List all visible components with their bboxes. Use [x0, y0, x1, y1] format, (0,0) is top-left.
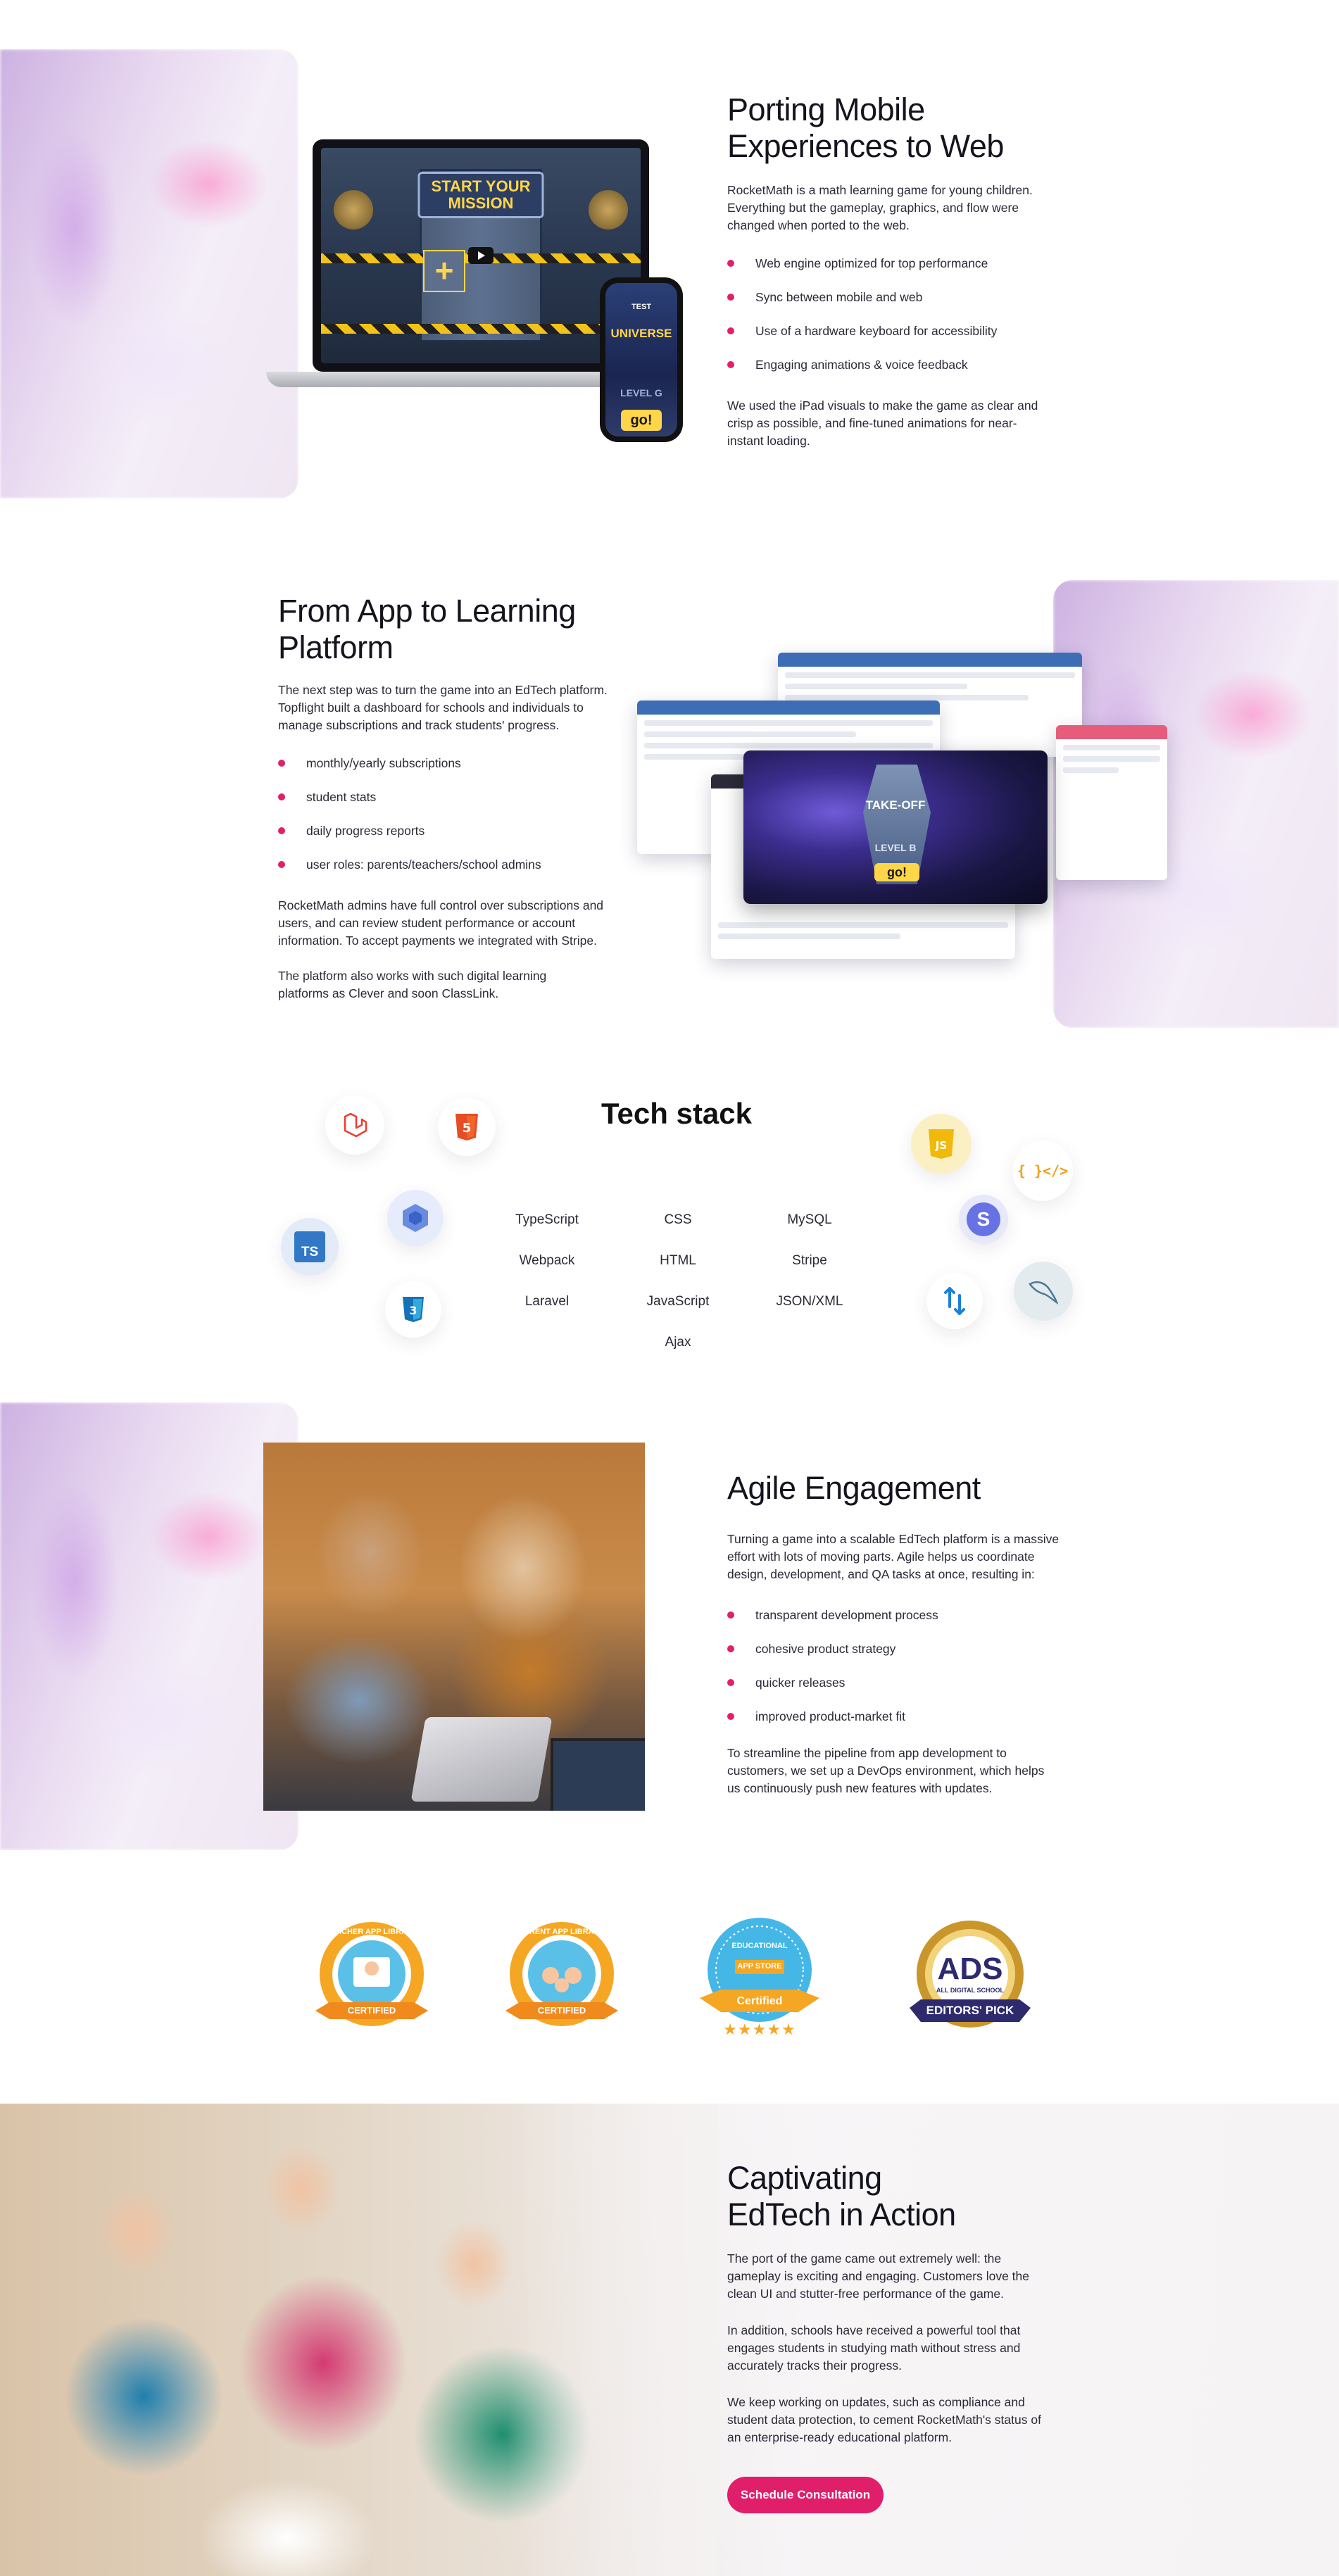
- dashboard-screenshot: [1056, 725, 1167, 880]
- svg-text:5: 5: [463, 1121, 472, 1136]
- agile-bullets: transparent development process cohesive…: [727, 1607, 1065, 1742]
- tech-item: Laravel: [524, 1294, 570, 1309]
- phone-game-screen: TEST UNIVERSE LEVEL G go!: [605, 283, 677, 436]
- tech-item: Ajax: [665, 1335, 691, 1350]
- team-photo: [263, 1443, 645, 1811]
- action-para3: We keep working on updates, such as comp…: [727, 2395, 1041, 2444]
- list-item: user roles: parents/teachers/school admi…: [278, 856, 616, 874]
- schedule-consultation-button[interactable]: Schedule Consultation: [727, 2477, 884, 2513]
- porting-bullets: Web engine optimized for top performance…: [727, 255, 1065, 390]
- kids-photo: [0, 2104, 718, 2576]
- platform-title: From App to Learning Platform: [278, 593, 576, 665]
- transfer-icon: [926, 1273, 983, 1329]
- agile-title: Agile Engagement: [727, 1470, 981, 1506]
- platform-intro: The next step was to turn the game into …: [278, 683, 608, 732]
- stripe-icon: S: [959, 1195, 1008, 1244]
- platform-para1: RocketMath admins have full control over…: [278, 898, 604, 948]
- porting-bg-photo: [0, 49, 298, 498]
- list-item: quicker releases: [727, 1674, 1065, 1692]
- list-item: student stats: [278, 788, 616, 806]
- game-screenshot: TAKE-OFF LEVEL B go!: [743, 750, 1048, 904]
- code-icon: { }</>: [1012, 1141, 1073, 1201]
- list-item: Sync between mobile and web: [727, 289, 1065, 306]
- plus-icon: +: [423, 250, 465, 292]
- laravel-icon: [325, 1095, 384, 1155]
- agile-outro: To streamline the pipeline from app deve…: [727, 1746, 1045, 1795]
- porting-intro: RocketMath is a math learning game for y…: [727, 183, 1033, 232]
- mysql-icon: [1014, 1262, 1073, 1321]
- agile-intro: Turning a game into a scalable EdTech pl…: [727, 1532, 1060, 1581]
- educational-app-store-badge: EDUCATIONAL APP STORE Certified ★★★★★: [693, 1914, 826, 2047]
- teacher-app-library-badge: TEACHER APP LIBRARY CERTIFIED: [308, 1918, 435, 2044]
- tech-item: Stripe: [792, 1253, 827, 1268]
- tech-item: JavaScript: [646, 1294, 710, 1309]
- action-para1: The port of the game came out extremely …: [727, 2251, 1029, 2301]
- porting-title: Porting Mobile Experiences to Web: [727, 92, 1004, 164]
- action-para2: In addition, schools have received a pow…: [727, 2323, 1021, 2373]
- go-button[interactable]: go!: [874, 863, 919, 881]
- nodejs-icon: [387, 1190, 444, 1246]
- html5-icon: 5: [438, 1098, 496, 1156]
- agile-bg-photo: [0, 1402, 298, 1850]
- list-item: monthly/yearly subscriptions: [278, 755, 616, 772]
- game-screenshot: START YOUR MISSION +: [321, 148, 641, 363]
- typescript-icon: TS: [281, 1218, 339, 1276]
- platform-para2: The platform also works with such digita…: [278, 969, 547, 1000]
- play-icon[interactable]: [468, 247, 494, 264]
- go-button[interactable]: go!: [621, 410, 662, 431]
- tech-item: Webpack: [519, 1253, 575, 1268]
- list-item: daily progress reports: [278, 822, 616, 840]
- list-item: Web engine optimized for top performance: [727, 255, 1065, 272]
- css3-icon: 3: [385, 1281, 441, 1338]
- list-item: transparent development process: [727, 1607, 1065, 1624]
- tech-item: HTML: [660, 1253, 696, 1268]
- mission-banner: START YOUR MISSION: [417, 172, 544, 218]
- parent-app-library-badge: PARENT APP LIBRARY CERTIFIED: [498, 1918, 625, 2044]
- platform-bullets: monthly/yearly subscriptions student sta…: [278, 755, 616, 890]
- list-item: Use of a hardware keyboard for accessibi…: [727, 322, 1065, 340]
- porting-outro: We used the iPad visuals to make the gam…: [727, 398, 1038, 448]
- svg-text:3: 3: [409, 1304, 417, 1317]
- tech-stack-title: Tech stack: [601, 1097, 752, 1130]
- list-item: improved product-market fit: [727, 1708, 1065, 1726]
- list-item: cohesive product strategy: [727, 1640, 1065, 1658]
- action-title: Captivating EdTech in Action: [727, 2160, 956, 2232]
- list-item: Engaging animations & voice feedback: [727, 356, 1065, 374]
- ads-editors-pick-badge: ADS ALL DIGITAL SCHOOL EDITORS' PICK: [907, 1918, 1033, 2044]
- tech-item: TypeScript: [515, 1212, 579, 1227]
- svg-text:JS: JS: [935, 1139, 947, 1152]
- phone-mockup: TEST UNIVERSE LEVEL G go!: [600, 277, 683, 442]
- tech-item: JSON/XML: [776, 1294, 843, 1309]
- tech-item: CSS: [664, 1212, 692, 1227]
- tech-item: MySQL: [787, 1212, 832, 1227]
- javascript-icon: JS: [911, 1114, 972, 1174]
